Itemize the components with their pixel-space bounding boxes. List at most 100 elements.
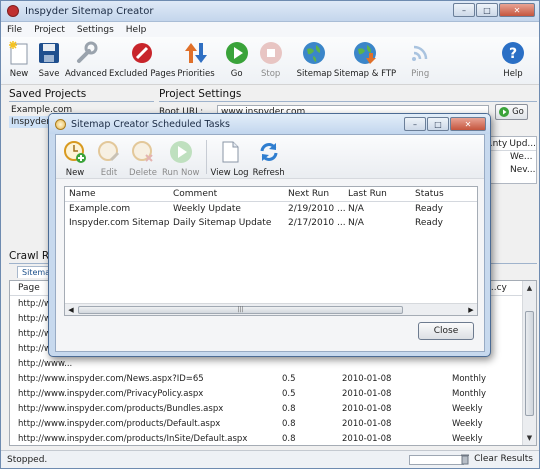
scroll-up-icon[interactable]: ▲ — [523, 281, 536, 295]
table-row[interactable]: Example.com Weekly Update 2/19/2010 ... … — [65, 202, 477, 216]
column-header-comment[interactable]: Comment — [173, 189, 288, 199]
stop-button[interactable]: Stop — [257, 39, 285, 79]
sitemap-ftp-button[interactable]: Sitemap & FTP — [334, 39, 396, 79]
minimize-button[interactable]: – — [453, 3, 475, 17]
globe-upload-icon — [351, 39, 379, 67]
table-row[interactable]: http://www.inspyder.com/News.aspx?ID=65 0… — [10, 371, 536, 386]
floppy-disk-icon — [35, 39, 63, 67]
scroll-thumb[interactable]: ||| — [78, 306, 403, 314]
column-header-name[interactable]: Name — [65, 189, 173, 199]
table-cell: http://www.inspyder.com/News.aspx?ID=65 — [18, 373, 204, 384]
root-url-go-button[interactable]: Go — [495, 104, 528, 120]
table-row[interactable]: http://www.inspyder.com/products/Default… — [10, 416, 536, 431]
scroll-left-icon[interactable]: ◀ — [65, 306, 77, 314]
document-icon — [216, 138, 244, 166]
view-log-button[interactable]: View Log — [211, 138, 249, 178]
sitemap-button[interactable]: Sitemap — [297, 39, 332, 79]
minimize-button[interactable]: – — [404, 117, 426, 131]
menu-bar: File Project Settings Help — [1, 22, 539, 37]
vertical-scrollbar[interactable]: ▲ ▼ — [522, 281, 536, 445]
delete-task-button[interactable]: Delete — [128, 138, 158, 178]
help-button[interactable]: ? Help — [499, 39, 527, 79]
scroll-right-icon[interactable]: ▶ — [465, 306, 477, 314]
toolbar-divider — [205, 140, 207, 174]
column-header[interactable]: Upd... — [507, 139, 536, 149]
menu-settings[interactable]: Settings — [77, 25, 114, 35]
table-cell: http://www.inspyder.com/products/Default… — [18, 418, 221, 429]
table-row[interactable]: Inspyder.com Sitemap Daily Sitemap Updat… — [65, 216, 477, 230]
globe-icon — [300, 39, 328, 67]
table-cell: 0.5 — [282, 388, 296, 399]
table-cell: http://www.inspyder.com/PrivacyPolicy.as… — [18, 388, 204, 399]
wrench-icon — [72, 39, 100, 67]
table-cell: 0.8 — [282, 418, 296, 429]
new-button[interactable]: New — [5, 39, 33, 79]
table-cell: 0.8 — [282, 403, 296, 414]
go-button[interactable]: Go — [223, 39, 251, 79]
main-toolbar: New Save Advanced Excluded Pages Priorit… — [1, 37, 539, 85]
dialog-title: Sitemap Creator Scheduled Tasks — [71, 118, 230, 130]
column-header-last-run[interactable]: Last Run — [348, 189, 415, 199]
save-button[interactable]: Save — [35, 39, 63, 79]
column-header-status[interactable]: Status — [415, 189, 470, 199]
table-cell: 2010-01-08 — [342, 388, 392, 399]
new-document-icon — [5, 39, 33, 67]
saved-projects-heading: Saved Projects — [9, 88, 154, 102]
scroll-down-icon[interactable]: ▼ — [523, 431, 536, 445]
dialog-title-bar: Sitemap Creator Scheduled Tasks – □ ✕ — [49, 114, 490, 134]
table-row[interactable]: http://www.inspyder.com/PrivacyPolicy.as… — [10, 386, 536, 401]
window-title: Inspyder Sitemap Creator — [25, 5, 154, 17]
scheduled-tasks-dialog: Sitemap Creator Scheduled Tasks – □ ✕ Ne… — [48, 113, 491, 357]
table-cell: 2010-01-08 — [342, 418, 392, 429]
table-row[interactable]: http://www... — [10, 356, 536, 371]
play-icon — [167, 138, 195, 166]
menu-file[interactable]: File — [7, 25, 22, 35]
play-icon — [223, 39, 251, 67]
title-bar: Inspyder Sitemap Creator – □ ✕ — [1, 1, 539, 22]
table-cell: Weekly — [452, 433, 483, 444]
status-bar: Stopped. Clear Results — [1, 450, 539, 468]
edit-task-button[interactable]: Edit — [94, 138, 124, 178]
table-cell: http://www.inspyder.com/products/InSite/… — [18, 433, 248, 444]
clock-delete-icon — [129, 138, 157, 166]
menu-help[interactable]: Help — [126, 25, 147, 35]
stop-icon — [257, 39, 285, 67]
advanced-button[interactable]: Advanced — [65, 39, 107, 79]
trash-icon — [461, 454, 470, 465]
dialog-close-x-button[interactable]: ✕ — [450, 117, 486, 131]
table-cell: Weekly — [452, 403, 483, 414]
maximize-button[interactable]: □ — [427, 117, 449, 131]
signal-waves-icon — [406, 39, 434, 67]
run-now-button[interactable]: Run Now — [162, 138, 200, 178]
maximize-button[interactable]: □ — [476, 3, 498, 17]
new-task-button[interactable]: New — [60, 138, 90, 178]
table-cell: Monthly — [452, 373, 487, 384]
table-row[interactable]: http://www.inspyder.com/products/Bundles… — [10, 401, 536, 416]
dialog-toolbar: New Edit Delete Run Now View Log Refresh — [56, 135, 484, 179]
table-row[interactable]: http://www.inspyder.com/products/InSite/… — [10, 431, 536, 445]
menu-project[interactable]: Project — [34, 25, 65, 35]
svg-text:?: ? — [509, 46, 517, 62]
clock-icon — [55, 118, 66, 130]
progress-bar — [409, 455, 464, 465]
excluded-pages-button[interactable]: Excluded Pages — [109, 39, 175, 79]
table-cell: Monthly — [452, 388, 487, 399]
table-cell: Weekly — [452, 418, 483, 429]
help-question-icon: ? — [499, 39, 527, 67]
play-icon — [499, 107, 510, 117]
clear-results-button[interactable]: Clear Results — [459, 453, 533, 465]
refresh-icon — [255, 138, 283, 166]
project-settings-heading: Project Settings — [159, 88, 537, 102]
scroll-thumb[interactable] — [525, 311, 534, 416]
close-button[interactable]: ✕ — [499, 3, 535, 17]
column-header-next-run[interactable]: Next Run — [288, 189, 348, 199]
close-dialog-button[interactable]: Close — [418, 322, 474, 340]
priorities-button[interactable]: Priorities — [177, 39, 215, 79]
horizontal-scrollbar[interactable]: ◀ ||| ▶ — [65, 303, 477, 315]
table-cell: 0.8 — [282, 433, 296, 444]
refresh-button[interactable]: Refresh — [253, 138, 285, 178]
table-cell: http://www.inspyder.com/products/Bundles… — [18, 403, 224, 414]
status-text: Stopped. — [7, 454, 48, 465]
ping-button[interactable]: Ping — [406, 39, 434, 79]
priority-arrows-icon — [182, 39, 210, 67]
